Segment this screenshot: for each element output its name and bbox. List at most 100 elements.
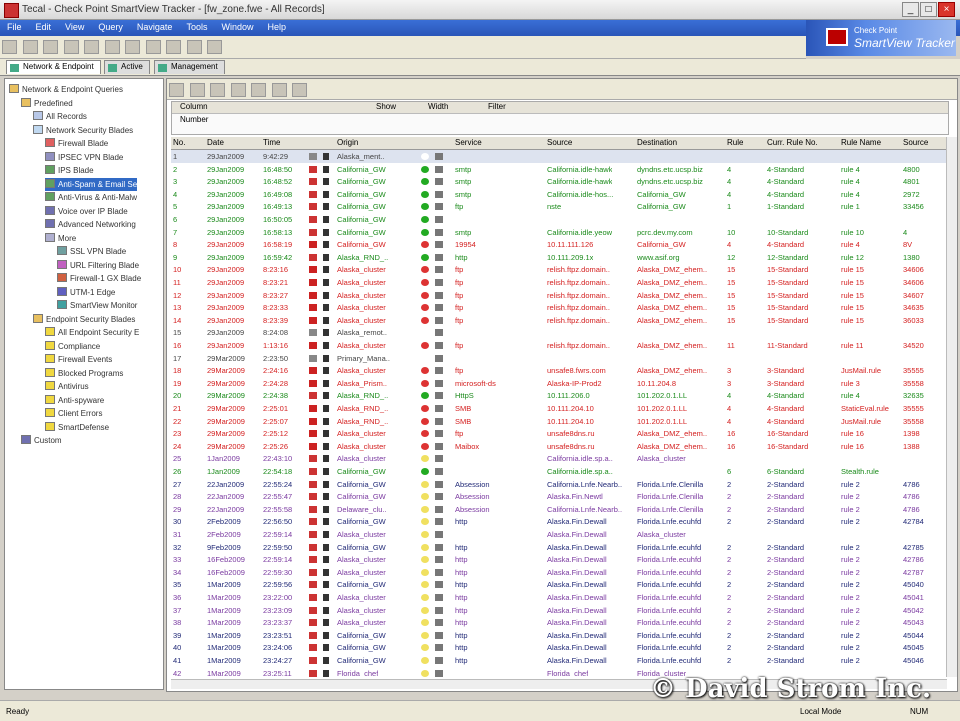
table-row[interactable]: 5 29Jan2009 16:49:13 California_GW ftp nste Ca… xyxy=(171,200,947,213)
tree-item[interactable]: Advanced Networking xyxy=(45,218,136,231)
minimize-button[interactable]: _ xyxy=(902,2,919,17)
column-header[interactable]: Source xyxy=(547,138,572,147)
tree-item[interactable]: IPSEC VPN Blade xyxy=(45,151,123,164)
tree-item[interactable]: SmartView Monitor xyxy=(57,299,137,312)
find-icon[interactable] xyxy=(104,40,120,54)
menu-item-tools[interactable]: Tools xyxy=(179,20,214,34)
table-row[interactable]: 36 1Mar2009 23:22:00 Alaska_cluster http Alas… xyxy=(171,591,947,604)
table-row[interactable]: 21 29Mar2009 2:25:01 Alaska_RND_.. SMB 10.111… xyxy=(171,402,947,415)
search-icon[interactable] xyxy=(189,83,205,97)
tree-item[interactable]: Voice over IP Blade xyxy=(45,205,128,218)
tab-management[interactable]: Management xyxy=(154,60,225,74)
table-row[interactable]: 17 29Mar2009 2:23:50 Primary_Mana.. xyxy=(171,352,947,365)
tree-item[interactable]: Blocked Programs xyxy=(45,367,123,380)
table-row[interactable]: 14 29Jan2009 8:23:39 Alaska_cluster ftp relis… xyxy=(171,314,947,327)
show-details-icon[interactable] xyxy=(169,83,184,97)
table-row[interactable]: 25 1Jan2009 22:43:10 Alaska_cluster Californ… xyxy=(171,452,947,465)
column-header[interactable]: Rule xyxy=(727,138,743,147)
table-row[interactable]: 12 29Jan2009 8:23:27 Alaska_cluster ftp relis… xyxy=(171,289,947,302)
table-row[interactable]: 8 29Jan2009 16:58:19 California_GW 19954 10.1… xyxy=(171,238,947,251)
column-header[interactable]: Curr. Rule No. xyxy=(767,138,818,147)
menu-item-help[interactable]: Help xyxy=(260,20,293,34)
column-header[interactable]: Source xyxy=(903,138,928,147)
menu-item-window[interactable]: Window xyxy=(214,20,260,34)
table-row[interactable]: 13 29Jan2009 8:23:33 Alaska_cluster ftp relis… xyxy=(171,301,947,314)
tree-item[interactable]: Network & Endpoint Queries xyxy=(9,83,123,96)
column-header[interactable]: Service xyxy=(455,138,482,147)
table-row[interactable]: 38 1Mar2009 23:23:37 Alaska_cluster http Alas… xyxy=(171,616,947,629)
table-row[interactable]: 27 22Jan2009 22:55:24 California_GW Absessio… xyxy=(171,478,947,491)
tab-active[interactable]: Active xyxy=(104,60,150,74)
table-row[interactable]: 3 29Jan2009 16:48:52 California_GW smtp Calif… xyxy=(171,175,947,188)
filter-icon[interactable] xyxy=(210,83,226,97)
table-row[interactable]: 35 1Mar2009 22:59:56 California_GW http Alask… xyxy=(171,578,947,591)
table-row[interactable]: 4 29Jan2009 16:49:08 California_GW smtp Calif… xyxy=(171,188,947,201)
column-header[interactable]: Date xyxy=(207,138,224,147)
table-row[interactable]: 26 1Jan2009 22:54:18 California_GW Californi… xyxy=(171,465,947,478)
table-row[interactable]: 23 29Mar2009 2:25:12 Alaska_cluster ftp unsaf… xyxy=(171,427,947,440)
close-button[interactable]: × xyxy=(938,2,955,17)
table-row[interactable]: 22 29Mar2009 2:25:07 Alaska_RND_.. SMB 10.111… xyxy=(171,415,947,428)
tree-item[interactable]: Endpoint Security Blades xyxy=(33,313,135,326)
tree-item[interactable]: SSL VPN Blade xyxy=(57,245,126,258)
print-icon[interactable] xyxy=(43,40,59,54)
tree-item[interactable]: All Endpoint Security E xyxy=(45,326,139,339)
table-row[interactable]: 9 29Jan2009 16:59:42 Alaska_RND_.. http 10.11… xyxy=(171,251,947,264)
tree-item[interactable]: Firewall Events xyxy=(45,353,112,366)
table-row[interactable]: 41 1Mar2009 23:24:27 California_GW http Alask… xyxy=(171,654,947,667)
table-row[interactable]: 29 22Jan2009 22:55:58 Delaware_clu.. Absessi… xyxy=(171,503,947,516)
tree-item[interactable]: UTM-1 Edge xyxy=(57,286,115,299)
columns-icon[interactable] xyxy=(271,83,287,97)
table-row[interactable]: 40 1Mar2009 23:24:06 California_GW http Alask… xyxy=(171,641,947,654)
save-query-icon[interactable] xyxy=(292,83,308,97)
table-row[interactable]: 34 16Feb2009 22:59:30 Alaska_cluster http Ala… xyxy=(171,566,947,579)
table-row[interactable]: 2 29Jan2009 16:48:50 California_GW smtp Calif… xyxy=(171,163,947,176)
column-header[interactable]: Origin xyxy=(337,138,358,147)
resolve-icon[interactable] xyxy=(251,83,267,97)
tree-item[interactable]: Firewall Blade xyxy=(45,137,108,150)
tree-item[interactable]: IPS Blade xyxy=(45,164,94,177)
tree-item[interactable]: Anti-Virus & Anti-Malw xyxy=(45,191,137,204)
menu-item-navigate[interactable]: Navigate xyxy=(130,20,180,34)
tree-item[interactable]: Network Security Blades xyxy=(33,124,133,137)
table-row[interactable]: 7 29Jan2009 16:58:13 California_GW smtp Calif… xyxy=(171,226,947,239)
table-row[interactable]: 19 29Mar2009 2:24:28 Alaska_Prism.. microsof… xyxy=(171,377,947,390)
table-row[interactable]: 33 16Feb2009 22:59:14 Alaska_cluster http Ala… xyxy=(171,553,947,566)
help-icon[interactable] xyxy=(207,40,223,54)
table-row[interactable]: 15 29Jan2009 8:24:08 Alaska_remot.. xyxy=(171,326,947,339)
refresh-icon[interactable] xyxy=(63,40,79,54)
table-row[interactable]: 10 29Jan2009 8:23:16 Alaska_cluster ftp relis… xyxy=(171,263,947,276)
column-header[interactable]: Rule Name xyxy=(841,138,881,147)
maximize-button[interactable]: □ xyxy=(920,2,937,17)
tab-network-endpoint[interactable]: Network & Endpoint xyxy=(6,60,101,74)
table-row[interactable]: 37 1Mar2009 23:23:09 Alaska_cluster http Alas… xyxy=(171,604,947,617)
table-row[interactable]: 39 1Mar2009 23:23:51 California_GW http Alask… xyxy=(171,629,947,642)
tree-item[interactable]: SmartDefense xyxy=(45,421,109,434)
menu-item-file[interactable]: File xyxy=(0,20,29,34)
tree-item[interactable]: URL Filtering Blade xyxy=(57,259,139,272)
menu-item-query[interactable]: Query xyxy=(91,20,130,34)
vertical-scrollbar[interactable] xyxy=(946,137,957,677)
save-icon[interactable] xyxy=(22,40,38,54)
table-row[interactable]: 11 29Jan2009 8:23:21 Alaska_cluster ftp relis… xyxy=(171,276,947,289)
export-icon[interactable] xyxy=(166,40,182,54)
menu-item-edit[interactable]: Edit xyxy=(29,20,59,34)
tree-item[interactable]: All Records xyxy=(33,110,87,123)
clear-filter-icon[interactable] xyxy=(230,83,246,97)
copy-icon[interactable] xyxy=(84,40,100,54)
table-row[interactable]: 18 29Mar2009 2:24:16 Alaska_cluster ftp unsaf… xyxy=(171,364,947,377)
table-row[interactable]: 16 29Jan2009 1:13:16 Alaska_cluster ftp relis… xyxy=(171,339,947,352)
table-row[interactable]: 24 29Mar2009 2:25:26 Alaska_cluster Maibox un… xyxy=(171,440,947,453)
filter-icon[interactable] xyxy=(125,40,141,54)
tree-item[interactable]: Client Errors xyxy=(45,407,102,420)
tree-item[interactable]: Anti-spyware xyxy=(45,394,104,407)
tree-item[interactable]: Firewall-1 GX Blade xyxy=(57,272,141,285)
table-row[interactable]: 20 29Mar2009 2:24:38 Alaska_RND_.. HttpS 10.1… xyxy=(171,389,947,402)
tree-item[interactable]: Predefined xyxy=(21,97,73,110)
tree-item[interactable]: Custom xyxy=(21,434,62,447)
tree-item[interactable]: Antivirus xyxy=(45,380,89,393)
table-row[interactable]: 30 2Feb2009 22:56:50 California_GW http Alask… xyxy=(171,515,947,528)
table-row[interactable]: 31 2Feb2009 22:59:14 Alaska_cluster Alaska.F… xyxy=(171,528,947,541)
open-icon[interactable] xyxy=(2,40,17,54)
table-row[interactable]: 1 29Jan2009 9:42:29 Alaska_ment.. xyxy=(171,150,947,163)
